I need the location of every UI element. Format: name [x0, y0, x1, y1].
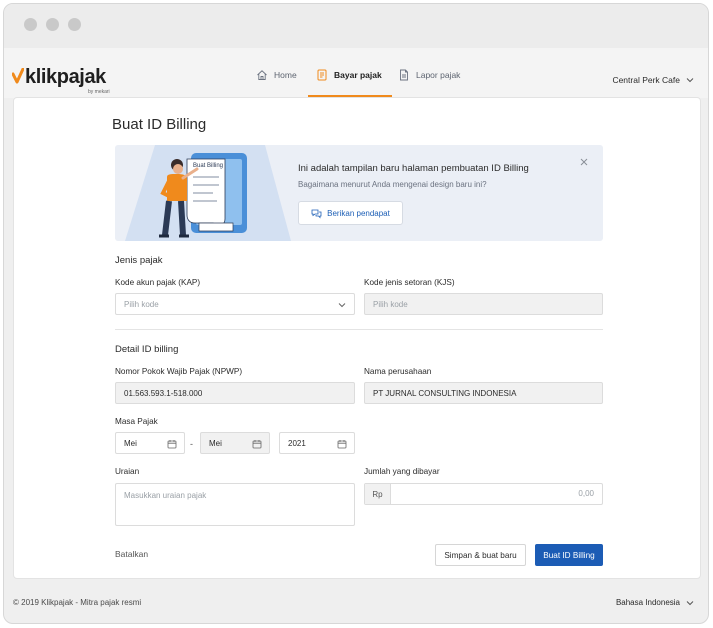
year-value: 2021	[288, 438, 306, 448]
jumlah-label: Jumlah yang dibayar	[364, 467, 440, 476]
nav-tab-label: Home	[274, 70, 297, 80]
calendar-icon	[337, 440, 347, 449]
page-title: Buat ID Billing	[112, 116, 207, 133]
billing-illustration-icon: Buat Billing	[125, 145, 291, 241]
masa-from-value: Mei	[124, 438, 137, 448]
company-name: Central Perk Cafe	[612, 75, 680, 85]
nav-tab-home[interactable]: Home	[256, 70, 297, 98]
home-icon	[257, 70, 267, 80]
company-name-value: PT JURNAL CONSULTING INDONESIA	[373, 388, 517, 398]
give-feedback-button[interactable]: Berikan pendapat	[298, 201, 403, 225]
company-name-field[interactable]: PT JURNAL CONSULTING INDONESIA	[364, 382, 603, 404]
chevron-down-icon	[338, 303, 346, 308]
feedback-banner: Buat Billing Ini adalah tampilan baru ha…	[115, 145, 603, 241]
chat-icon	[311, 209, 322, 218]
language-selector[interactable]: Bahasa Indonesia	[616, 598, 694, 607]
save-and-new-button[interactable]: Simpan & buat baru	[435, 544, 526, 566]
masa-from-select[interactable]: Mei	[115, 432, 185, 454]
logo-check-icon	[12, 68, 24, 84]
amount-input[interactable]: Rp 0,00	[364, 483, 603, 505]
window-maximize-dot[interactable]	[68, 18, 81, 31]
chevron-down-icon	[686, 78, 694, 83]
npwp-label: Nomor Pokok Wajib Pajak (NPWP)	[115, 367, 243, 376]
section-jenis-pajak: Jenis pajak	[115, 255, 163, 266]
logo-subtext: by mekari	[88, 89, 110, 95]
nav-tab-label: Bayar pajak	[334, 70, 382, 80]
document-icon	[400, 69, 408, 81]
masa-to-select[interactable]: Mei	[200, 432, 270, 454]
billing-form-card: Buat ID Billing Buat Billing Ini adalah …	[13, 97, 701, 579]
nav-tab-bayar-pajak[interactable]: Bayar pajak	[308, 69, 392, 98]
banner-subtitle: Bagaimana menurut Anda mengenai design b…	[298, 180, 487, 189]
masa-to-value: Mei	[209, 438, 222, 448]
uraian-label: Uraian	[115, 467, 140, 476]
kjs-label: Kode jenis setoran (KJS)	[364, 278, 455, 287]
currency-prefix: Rp	[365, 484, 391, 504]
section-divider	[115, 329, 603, 330]
kjs-placeholder: Pilih kode	[373, 299, 408, 309]
kap-placeholder: Pilih kode	[124, 299, 159, 309]
kap-label: Kode akun pajak (KAP)	[115, 278, 201, 287]
browser-window: klikpajak by mekari Home Bayar pajak Lap…	[3, 3, 709, 624]
masa-pajak-label: Masa Pajak	[115, 417, 158, 426]
kap-select[interactable]: Pilih kode	[115, 293, 355, 315]
uraian-textarea[interactable]: Masukkan uraian pajak	[115, 483, 355, 526]
year-select[interactable]: 2021	[279, 432, 355, 454]
banner-title: Ini adalah tampilan baru halaman pembuat…	[298, 163, 529, 174]
footer-copyright: © 2019 Klikpajak - Mitra pajak resmi	[13, 598, 142, 607]
calendar-icon	[167, 440, 177, 449]
company-name-label: Nama perusahaan	[364, 367, 432, 376]
npwp-value: 01.563.593.1-518.000	[124, 388, 203, 398]
window-titlebar	[4, 4, 708, 48]
nav-tab-lapor-pajak[interactable]: Lapor pajak	[398, 69, 461, 98]
uraian-placeholder: Masukkan uraian pajak	[124, 491, 207, 500]
kjs-select[interactable]: Pilih kode	[364, 293, 603, 315]
window-minimize-dot[interactable]	[46, 18, 59, 31]
npwp-field[interactable]: 01.563.593.1-518.000	[115, 382, 355, 404]
company-selector[interactable]: Central Perk Cafe	[612, 75, 694, 85]
section-detail-id-billing: Detail ID billing	[115, 344, 179, 355]
give-feedback-label: Berikan pendapat	[327, 208, 390, 218]
receipt-icon	[317, 69, 327, 81]
amount-placeholder: 0,00	[578, 489, 594, 498]
masa-separator: -	[190, 439, 193, 449]
cancel-link[interactable]: Batalkan	[115, 549, 148, 559]
window-close-dot[interactable]	[24, 18, 37, 31]
calendar-icon	[252, 440, 262, 449]
chevron-down-icon	[686, 600, 694, 605]
logo-text: klikpajak	[25, 66, 106, 88]
language-label: Bahasa Indonesia	[615, 598, 680, 607]
top-navigation: klikpajak by mekari Home Bayar pajak Lap…	[4, 48, 708, 98]
nav-tab-label: Lapor pajak	[416, 70, 461, 80]
create-billing-button[interactable]: Buat ID Billing	[535, 544, 603, 566]
close-icon[interactable]	[579, 157, 589, 167]
